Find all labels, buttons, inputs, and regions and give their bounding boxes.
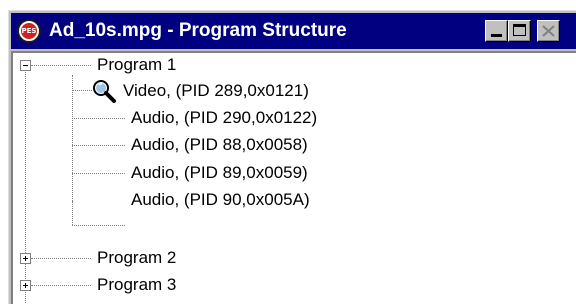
collapse-program-1-icon[interactable]	[20, 60, 31, 71]
tree-node-audio-stream[interactable]: Audio, (PID 90,0x005A)	[131, 189, 310, 211]
tree-node-audio-stream[interactable]: Audio, (PID 89,0x0059)	[131, 162, 308, 184]
tree-root-line	[25, 65, 26, 304]
maximize-button[interactable]	[508, 20, 531, 42]
expand-program-3-icon[interactable]	[20, 280, 31, 291]
magnifier-icon	[93, 80, 116, 103]
close-button[interactable]	[537, 20, 560, 42]
tree-node-audio-stream[interactable]: Audio, (PID 290,0x0122)	[131, 107, 317, 129]
title-bar[interactable]: PES Ad_10s.mpg - Program Structure	[11, 13, 576, 49]
tree-node-program-2[interactable]: Program 2	[97, 247, 176, 269]
tree-node-program-1[interactable]: Program 1	[97, 54, 176, 76]
minimize-icon	[491, 34, 502, 37]
expand-program-2-icon[interactable]	[20, 253, 31, 264]
program-tree[interactable]: Program 1 Video, (PID 289,0x0121) Audio,…	[11, 51, 576, 304]
app-icon-text: PES	[21, 27, 37, 35]
tree-node-video-stream[interactable]: Video, (PID 289,0x0121)	[123, 80, 309, 102]
maximize-icon	[513, 24, 526, 36]
close-icon	[542, 25, 555, 37]
tree-node-program-3[interactable]: Program 3	[97, 274, 176, 296]
minimize-button[interactable]	[485, 20, 508, 42]
pes-app-icon[interactable]: PES	[17, 19, 41, 43]
program-structure-window: PES Ad_10s.mpg - Program Structure Progr…	[8, 10, 576, 304]
tree-node-audio-stream[interactable]: Audio, (PID 88,0x0058)	[131, 134, 308, 156]
window-title: Ad_10s.mpg - Program Structure	[49, 20, 347, 41]
